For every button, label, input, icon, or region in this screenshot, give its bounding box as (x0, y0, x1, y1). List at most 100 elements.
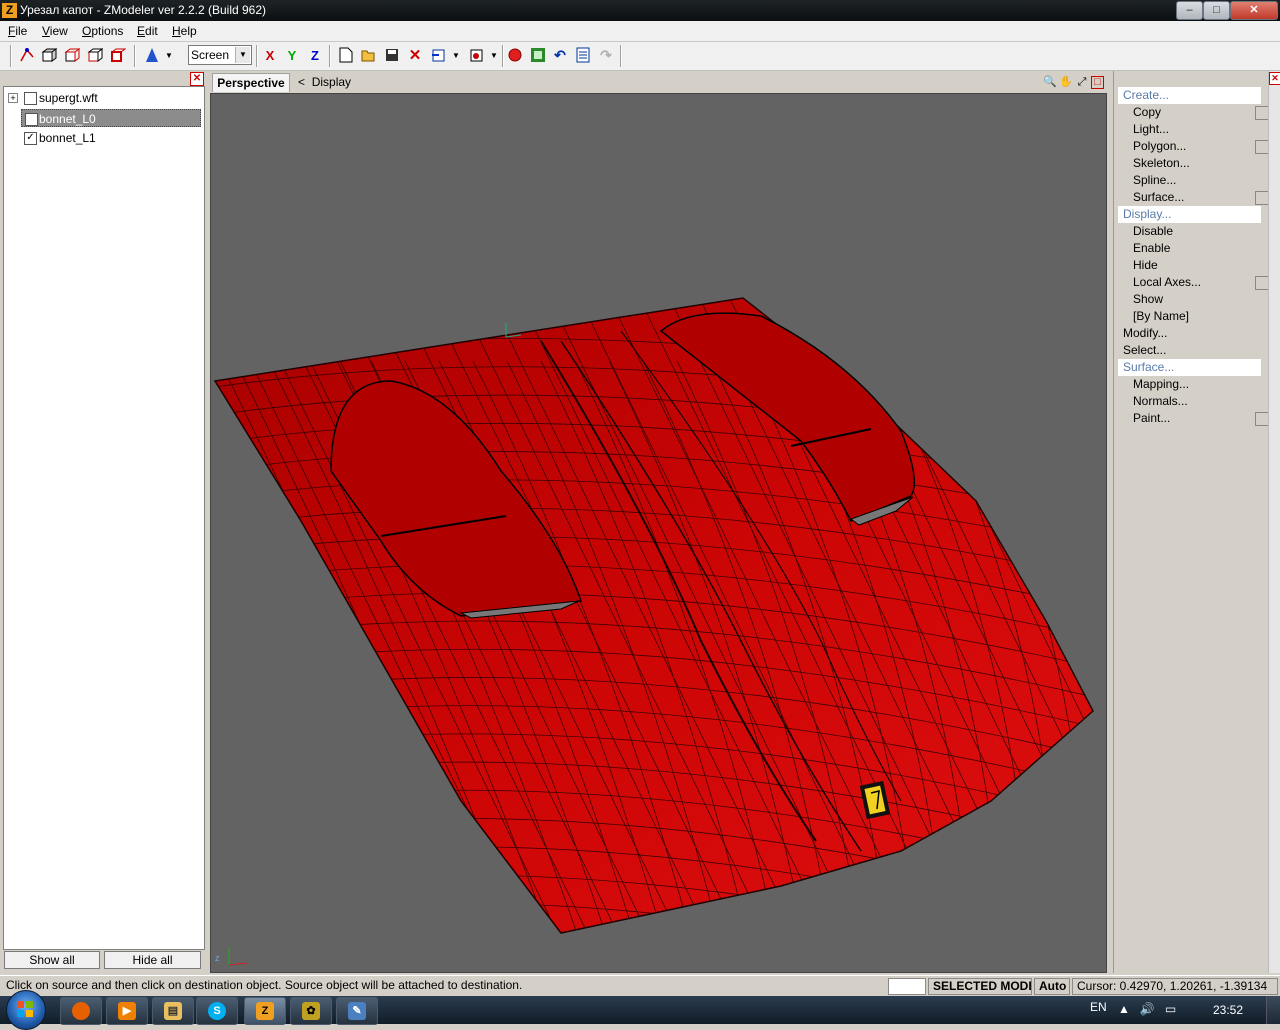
maximize-view-icon[interactable]: ⤢ (1075, 75, 1089, 89)
minimize-button[interactable]: – (1176, 1, 1203, 20)
command-spline[interactable]: Spline... (1118, 172, 1261, 189)
section-surface[interactable]: Surface... (1118, 359, 1261, 376)
tree-item-bonnet-l1[interactable]: ✓ bonnet_L1 (4, 129, 202, 147)
object-mode-icon[interactable] (63, 46, 81, 64)
chevron-down-icon[interactable]: ▼ (164, 46, 174, 64)
command-label: Disable (1133, 224, 1174, 238)
command-paint[interactable]: Paint... (1118, 410, 1269, 427)
polygon-mode-icon[interactable] (40, 46, 58, 64)
export-icon[interactable] (467, 46, 485, 64)
import-icon[interactable] (429, 46, 447, 64)
command-panel-scrollbar[interactable]: ✕ (1268, 71, 1280, 973)
skype-icon: S (208, 1002, 226, 1020)
frame-mode-icon[interactable] (109, 46, 127, 64)
new-file-icon[interactable] (337, 46, 355, 64)
taskbar-firefox[interactable] (60, 997, 102, 1025)
delete-icon[interactable]: ✕ (406, 46, 424, 64)
section-create[interactable]: Create... (1118, 87, 1261, 104)
command-skeleton[interactable]: Skeleton... (1118, 155, 1261, 172)
options-checkbox[interactable] (1255, 191, 1269, 205)
axis-z-label: z (215, 953, 220, 963)
taskbar-skype[interactable]: S (196, 997, 238, 1025)
panel-header (0, 71, 206, 85)
command-label: Polygon... (1133, 139, 1187, 153)
light-icon[interactable] (143, 46, 161, 64)
tree-item-supergt[interactable]: + supergt.wft (4, 89, 202, 107)
close-view-icon[interactable]: □ (1091, 76, 1104, 89)
menu-edit[interactable]: Edit (137, 24, 158, 38)
tray-up-arrow-icon[interactable]: ▲ (1118, 1002, 1130, 1016)
command-normals[interactable]: Normals... (1118, 393, 1261, 410)
axis-z-toggle[interactable]: Z (306, 46, 324, 64)
command-surface[interactable]: Surface... (1118, 189, 1269, 206)
tab-perspective[interactable]: Perspective (212, 73, 290, 92)
zoom-icon[interactable]: 🔍 (1043, 75, 1057, 89)
chevron-down-icon[interactable]: ▼ (235, 47, 250, 63)
taskbar-media-player[interactable]: ▶ (106, 997, 148, 1025)
chevron-down-icon[interactable]: ▼ (489, 46, 499, 64)
undo-icon[interactable]: ↶ (551, 46, 569, 64)
pan-hand-icon[interactable]: ✋ (1059, 75, 1073, 89)
back-arrow-icon[interactable]: < (298, 75, 305, 89)
render-icon[interactable] (506, 46, 524, 64)
command-polygon[interactable]: Polygon... (1118, 138, 1269, 155)
command-local-axes[interactable]: Local Axes... (1118, 274, 1269, 291)
options-checkbox[interactable] (1255, 276, 1269, 290)
command-mapping[interactable]: Mapping... (1118, 376, 1261, 393)
taskbar-explorer[interactable]: ▤ (152, 997, 194, 1025)
language-indicator[interactable]: EN (1090, 1000, 1107, 1014)
menu-help[interactable]: Help (172, 24, 197, 38)
options-checkbox[interactable] (1255, 106, 1269, 120)
show-desktop-button[interactable] (1266, 996, 1280, 1024)
command-copy[interactable]: Copy (1118, 104, 1269, 121)
hide-all-button[interactable]: Hide all (104, 951, 201, 969)
taskbar-zmodeler[interactable]: Z (244, 997, 286, 1025)
visibility-checkbox[interactable] (25, 113, 38, 126)
axis-x-toggle[interactable]: X (261, 46, 279, 64)
command-label: Select... (1123, 343, 1167, 357)
close-icon[interactable]: ✕ (1269, 72, 1280, 85)
volume-icon[interactable]: 🔊 (1140, 1002, 1155, 1016)
menu-file[interactable]: File (8, 24, 27, 38)
command-hide[interactable]: Hide (1118, 257, 1261, 274)
clock[interactable]: 23:52 (1213, 1003, 1243, 1017)
menu-view[interactable]: View (42, 24, 68, 38)
show-all-button[interactable]: Show all (4, 951, 100, 969)
options-checkbox[interactable] (1255, 412, 1269, 426)
close-icon[interactable]: ✕ (190, 72, 204, 86)
view-mode-select[interactable]: Screen ▼ (188, 45, 252, 65)
breadcrumb-display[interactable]: Display (312, 75, 351, 89)
maximize-button[interactable]: □ (1203, 1, 1230, 20)
command-show[interactable]: Show (1118, 291, 1261, 308)
visibility-checkbox[interactable] (24, 92, 37, 105)
visibility-checkbox[interactable]: ✓ (24, 132, 37, 145)
options-checkbox[interactable] (1255, 140, 1269, 154)
redo-icon[interactable]: ↷ (597, 46, 615, 64)
command-light[interactable]: Light... (1118, 121, 1261, 138)
vertex-mode-icon[interactable] (18, 46, 36, 64)
taskbar-paint[interactable]: ✎ (336, 997, 378, 1025)
save-icon[interactable] (383, 46, 401, 64)
open-file-icon[interactable] (360, 46, 378, 64)
3d-viewport[interactable]: z (210, 93, 1107, 973)
taskbar-tool[interactable]: ✿ (290, 997, 332, 1025)
close-button[interactable]: ✕ (1230, 1, 1278, 20)
command-modify[interactable]: Modify... (1118, 325, 1261, 342)
texture-icon[interactable] (529, 46, 547, 64)
command-by-name[interactable]: [By Name] (1118, 308, 1261, 325)
network-icon[interactable]: ▭ (1165, 1002, 1176, 1016)
menu-options[interactable]: Options (82, 24, 123, 38)
axis-y-toggle[interactable]: Y (283, 46, 301, 64)
command-enable[interactable]: Enable (1118, 240, 1261, 257)
status-auto: Auto (1034, 978, 1070, 995)
box-mode-icon[interactable] (86, 46, 104, 64)
tree-item-bonnet-l0[interactable]: bonnet_L0 (21, 109, 201, 127)
notes-icon[interactable] (574, 46, 592, 64)
command-disable[interactable]: Disable (1118, 223, 1261, 240)
command-select[interactable]: Select... (1118, 342, 1261, 359)
expand-icon[interactable]: + (8, 93, 18, 103)
start-button[interactable] (6, 990, 46, 1030)
section-display[interactable]: Display... (1118, 206, 1261, 223)
zmodeler-app-icon[interactable]: Z (2, 3, 17, 18)
chevron-down-icon[interactable]: ▼ (451, 46, 461, 64)
